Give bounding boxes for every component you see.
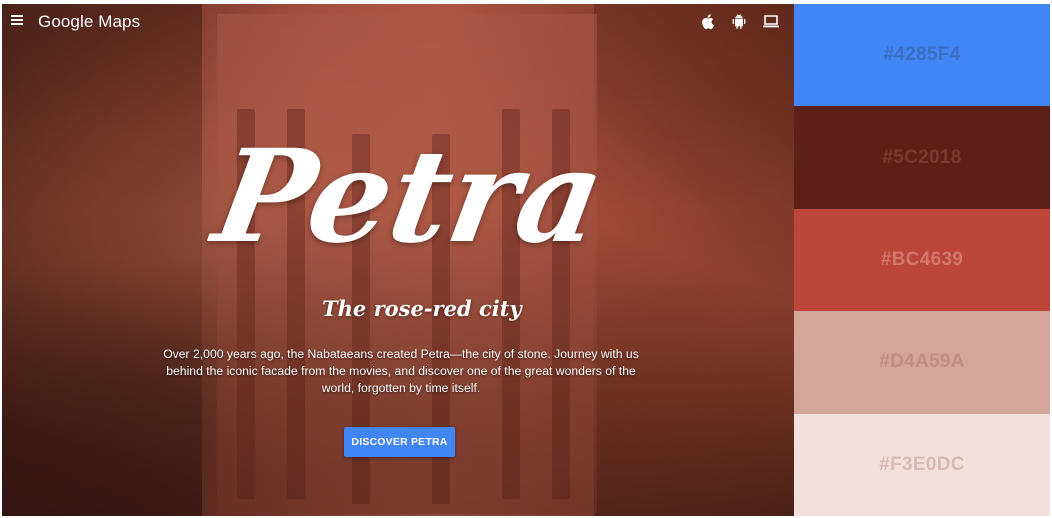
color-swatch-4: #D4A59A (794, 311, 1050, 414)
brand-logo[interactable]: Google Maps (38, 12, 140, 32)
color-swatch-3: #BC4639 (794, 208, 1050, 312)
android-icon[interactable] (730, 12, 748, 30)
page: Google Maps Petra The rose-red city Over… (0, 0, 1052, 518)
hero-title: Petra (204, 122, 615, 272)
hero-subtitle: The rose-red city (322, 296, 522, 321)
color-swatch-5: #F3E0DC (794, 413, 1050, 517)
color-palette: #4285F4 #5C2018 #BC4639 #D4A59A #F3E0DC (794, 4, 1050, 517)
color-swatch-2: #5C2018 (794, 106, 1050, 209)
hamburger-menu-icon[interactable] (11, 15, 23, 25)
hero-section: Google Maps Petra The rose-red city Over… (2, 4, 794, 516)
platform-links (698, 12, 780, 30)
apple-icon[interactable] (698, 12, 716, 30)
laptop-icon[interactable] (762, 12, 780, 30)
hero-description: Over 2,000 years ago, the Nabataeans cre… (163, 347, 639, 395)
color-swatch-1: #4285F4 (794, 4, 1050, 107)
discover-petra-button[interactable]: DISCOVER PETRA (344, 427, 455, 457)
